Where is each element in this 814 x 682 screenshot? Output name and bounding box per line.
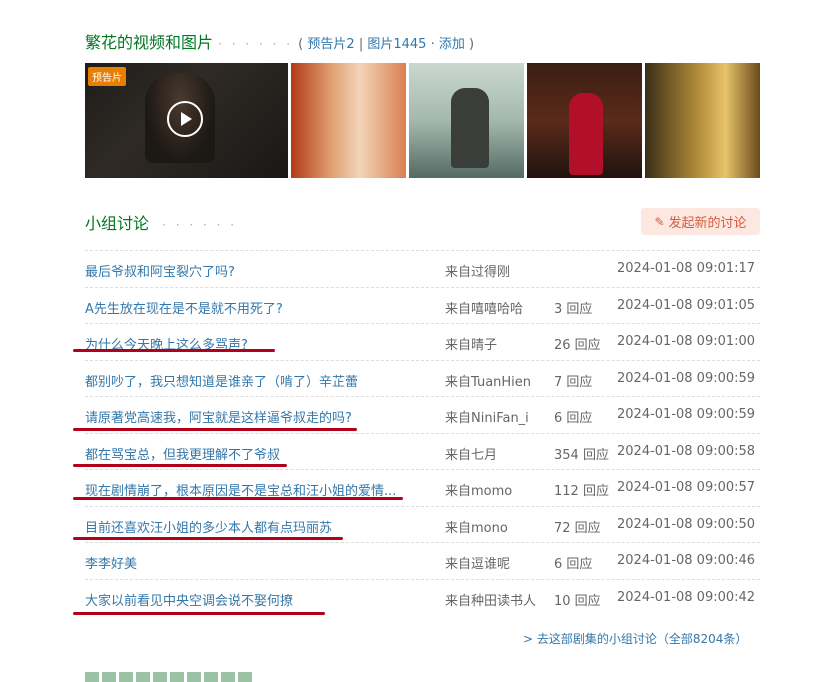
author-link[interactable]: 来自七月 [445,444,497,463]
open-paren: ( [298,37,304,52]
new-discussion-button[interactable]: ✎ 发起新的讨论 [641,208,760,235]
dot-sep: · [430,37,435,52]
close-paren: ) [469,37,475,52]
more-discussions-link[interactable]: > 去这部剧集的小组讨论（全部8204条） [523,630,747,647]
author-link[interactable]: 来自逗谁呢 [445,553,510,572]
topic-link[interactable]: 目前还喜欢汪小姐的多少本人都有点玛丽苏 [85,517,332,536]
author-link[interactable]: 来自NiniFan_i [445,407,529,426]
post-time: 2024-01-08 09:01:00 [617,334,756,349]
topic-link[interactable]: 最后爷叔和阿宝裂穴了吗? [85,261,235,280]
table-row: 大家以前看见中央空调会说不娶何撩 来自种田读书人 10 回应 2024-01-08 0… [85,578,760,616]
reply-count: 112 回应 [554,484,609,499]
table-row: A先生放在现在是不是就不用死了? 来自嘻嘻哈哈 3 回应 2024-01-08 09:… [85,286,760,324]
topic-link[interactable]: 请原著党高速我，阿宝就是这样逼爷叔走的吗? [85,407,352,426]
title-dots: · · · · · · [162,218,238,232]
author-link[interactable]: 来自mono [445,517,508,536]
reply-count: 72 回应 [554,520,601,536]
table-row: 李李好美 来自逗谁呢 6 回应 2024-01-08 09:00:46 [85,542,760,579]
photo-thumbnail[interactable] [409,63,524,178]
photos-link[interactable]: 图片1445 [367,37,426,52]
post-time: 2024-01-08 09:00:57 [617,480,756,495]
highlight-underline [73,349,275,352]
trailer-link[interactable]: 预告片2 [307,37,354,52]
highlight-underline [73,497,403,500]
discussion-header: 小组讨论 · · · · · · [85,210,237,234]
author-link[interactable]: 来自嘻嘻哈哈 [445,298,523,317]
reply-count: 354 回应 [554,447,609,463]
reply-count: 3 回应 [554,301,593,317]
trailer-thumbnail[interactable]: 预告片 [85,63,288,178]
new-discussion-label: 发起新的讨论 [668,216,747,231]
photo-thumbnail[interactable] [645,63,760,178]
photo-thumbnail[interactable] [527,63,642,178]
table-row: 为什么今天晚上这么多骂声? 来自晴子 26 回应 2024-01-08 09:01:0… [85,323,760,360]
post-time: 2024-01-08 09:00:46 [617,553,756,568]
highlight-underline [73,537,343,540]
topic-link[interactable]: 李李好美 [85,553,137,572]
highlight-underline [73,428,357,431]
author-link[interactable]: 来自momo [445,480,512,499]
highlight-underline [73,612,325,615]
topic-link[interactable]: 都别吵了，我只想知道是谁亲了（啃了）辛芷蕾 [85,371,358,390]
topic-link[interactable]: 都在骂宝总，但我更理解不了爷叔 [85,444,280,463]
photo-thumbnail[interactable] [291,63,406,178]
author-link[interactable]: 来自种田读书人 [445,590,536,609]
reply-count: 6 回应 [554,557,593,572]
author-link[interactable]: 来自过得刚 [445,261,510,280]
author-link[interactable]: 来自晴子 [445,334,497,353]
trailer-badge: 预告片 [88,67,126,86]
post-time: 2024-01-08 09:01:17 [617,261,756,276]
discussion-title: 小组讨论 [85,214,150,233]
table-row: 最后爷叔和阿宝裂穴了吗? 来自过得刚 2024-01-08 09:01:17 [85,250,760,287]
post-time: 2024-01-08 09:01:05 [617,297,756,313]
table-row: 都别吵了，我只想知道是谁亲了（啃了）辛芷蕾 来自TuanHien 7 回应 2024-… [85,359,760,397]
media-section-header: 繁花的视频和图片 · · · · · · ( 预告片2 | 图片1445 · 添… [85,29,474,53]
topic-link[interactable]: A先生放在现在是不是就不用死了? [85,298,283,317]
post-time: 2024-01-08 09:00:50 [617,516,756,532]
reply-count: 10 回应 [554,593,601,609]
add-link[interactable]: 添加 [439,37,465,52]
post-time: 2024-01-08 09:00:58 [617,443,756,459]
meta-sep: | [358,37,364,52]
play-icon[interactable] [167,101,203,137]
post-time: 2024-01-08 09:00:42 [617,589,756,605]
table-row: 现在剧情崩了，根本原因是不是宝总和汪小姐的爱情... 来自momo 112 回应 20… [85,469,760,506]
post-time: 2024-01-08 09:00:59 [617,370,756,386]
reply-count: 7 回应 [554,374,593,390]
pencil-icon: ✎ [654,214,665,229]
next-section-title [85,672,265,682]
topic-link[interactable]: 大家以前看见中央空调会说不娶何撩 [85,590,293,609]
author-link[interactable]: 来自TuanHien [445,371,531,390]
reply-count: 26 回应 [554,338,601,353]
post-time: 2024-01-08 09:00:59 [617,407,756,422]
title-dots: · · · · · · [218,37,294,51]
media-section-title: 繁花的视频和图片 [85,33,214,52]
highlight-underline [73,464,287,467]
reply-count: 6 回应 [554,411,593,426]
